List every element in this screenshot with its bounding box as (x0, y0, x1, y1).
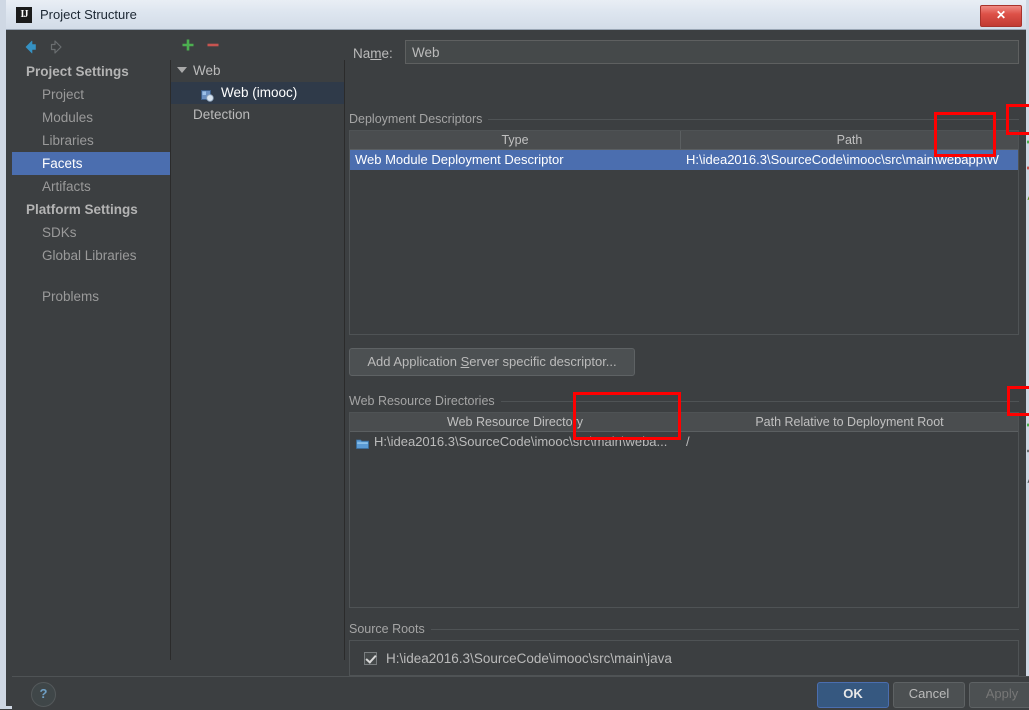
button-label-prefix: Add Application (367, 354, 461, 369)
web-resource-directories-title: Web Resource Directories (349, 394, 501, 408)
cell-type: Web Module Deployment Descriptor (355, 152, 564, 167)
window-title: Project Structure (40, 7, 137, 22)
tree-node-label: Detection (193, 107, 251, 122)
arrow-right-icon (48, 38, 66, 56)
group-divider (493, 401, 1019, 402)
edit-web-resource-icon[interactable] (1023, 467, 1029, 487)
facet-tree-panel: Web Web (imooc) Detection (171, 39, 345, 660)
table-header: Web Resource Directory Path Relative to … (350, 413, 1018, 432)
facet-tree-toolbar (171, 34, 344, 58)
button-label-suffix: erver specific descriptor... (469, 354, 617, 369)
chevron-down-icon[interactable] (177, 67, 187, 73)
remove-descriptor-icon[interactable] (1023, 158, 1029, 178)
sidebar-item-sdks[interactable]: SDKs (12, 221, 170, 244)
name-label: Name: (353, 46, 393, 61)
button-label-accel: S (460, 354, 470, 369)
cell-relative-path: / (686, 434, 690, 449)
edit-descriptor-icon[interactable] (1023, 184, 1029, 204)
sidebar-item-problems[interactable]: Problems (12, 285, 170, 308)
web-facet-icon (201, 87, 214, 102)
source-roots-title: Source Roots (349, 622, 431, 636)
sidebar-item-platform-settings: Platform Settings (26, 202, 138, 217)
web-resource-directories-table[interactable]: Web Resource Directory Path Relative to … (349, 412, 1019, 608)
help-icon[interactable]: ? (31, 682, 56, 707)
group-divider (425, 629, 1019, 630)
name-input[interactable] (405, 40, 1019, 64)
deployment-descriptors-toolbar (1023, 132, 1029, 210)
tree-node-detection[interactable]: Detection (171, 104, 344, 126)
column-header-type[interactable]: Type (350, 131, 680, 149)
source-roots-list[interactable]: H:\idea2016.3\SourceCode\imooc\src\main\… (349, 640, 1019, 676)
deployment-descriptors-table[interactable]: Type Path Web Module Deployment Descript… (349, 130, 1019, 335)
deployment-descriptors-title: Deployment Descriptors (349, 112, 489, 126)
add-web-resource-icon[interactable] (1023, 415, 1029, 435)
cell-path: H:\idea2016.3\SourceCode\imooc\src\main\… (686, 152, 999, 167)
dialog-footer: ? OK Cancel Apply (12, 676, 1029, 710)
arrow-left-icon[interactable] (21, 38, 39, 56)
sidebar-item-project-settings: Project Settings (26, 64, 129, 79)
sidebar-divider (12, 267, 170, 285)
settings-sidebar: Project Settings Project Modules Librari… (12, 60, 171, 660)
source-root-checkbox[interactable] (364, 652, 377, 665)
table-row[interactable]: H:\idea2016.3\SourceCode\imooc\src\main\… (350, 432, 1018, 452)
tree-node-web-imooc[interactable]: Web (imooc) (171, 82, 344, 104)
sidebar-item-project[interactable]: Project (12, 83, 170, 106)
column-header-path[interactable]: Path (681, 131, 1018, 149)
column-header-relative-path[interactable]: Path Relative to Deployment Root (681, 413, 1018, 431)
dialog-body: Project Settings Project Modules Librari… (6, 30, 1029, 676)
web-resource-directories-toolbar: ? (1023, 415, 1029, 519)
navigation-bar (12, 34, 167, 60)
sidebar-item-artifacts[interactable]: Artifacts (12, 175, 170, 198)
close-icon[interactable]: ✕ (980, 5, 1022, 27)
cancel-button[interactable]: Cancel (893, 682, 965, 708)
project-structure-dialog: IJ Project Structure ✕ Project Settings … (0, 0, 1029, 710)
group-divider (485, 119, 1019, 120)
add-application-server-descriptor-button[interactable]: Add Application Server specific descript… (349, 348, 635, 376)
tree-node-label: Web (imooc) (221, 85, 298, 100)
sidebar-item-modules[interactable]: Modules (12, 106, 170, 129)
web-resource-help-icon[interactable]: ? (1023, 493, 1029, 513)
title-bar: IJ Project Structure ✕ (6, 0, 1026, 30)
intellij-logo-icon: IJ (16, 7, 32, 23)
sidebar-item-global-libraries[interactable]: Global Libraries (12, 244, 170, 267)
sidebar-item-facets[interactable]: Facets (12, 152, 170, 175)
facet-details-pane: Name: Deployment Descriptors Type Path W… (345, 30, 1029, 676)
apply-button: Apply (969, 682, 1029, 708)
ok-button[interactable]: OK (817, 682, 889, 708)
add-facet-icon[interactable] (179, 36, 197, 54)
tree-node-web[interactable]: Web (171, 60, 344, 82)
folder-icon (356, 436, 369, 456)
table-row[interactable]: Web Module Deployment Descriptor H:\idea… (350, 150, 1018, 170)
column-header-web-resource-directory[interactable]: Web Resource Directory (350, 413, 680, 431)
remove-facet-icon[interactable] (204, 36, 222, 54)
cell-directory: H:\idea2016.3\SourceCode\imooc\src\main\… (374, 434, 668, 449)
table-header: Type Path (350, 131, 1018, 150)
remove-web-resource-icon[interactable] (1023, 441, 1029, 461)
add-descriptor-icon[interactable] (1023, 132, 1029, 152)
source-root-path: H:\idea2016.3\SourceCode\imooc\src\main\… (386, 651, 672, 666)
list-item[interactable]: H:\idea2016.3\SourceCode\imooc\src\main\… (350, 648, 1018, 670)
sidebar-item-libraries[interactable]: Libraries (12, 129, 170, 152)
